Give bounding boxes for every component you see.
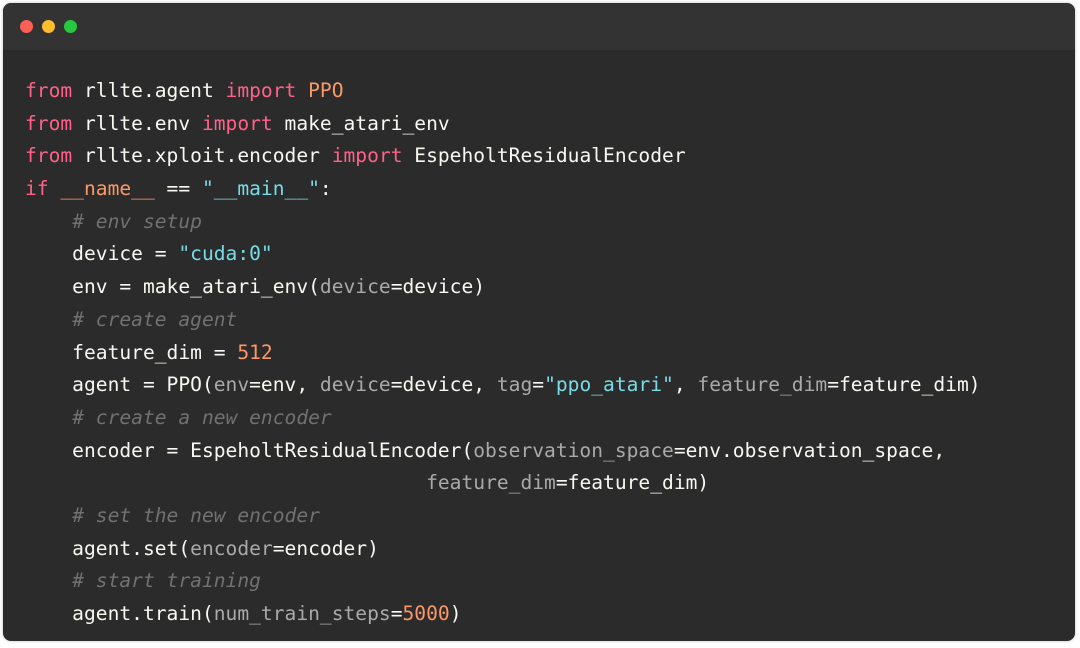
code-token: == [154, 177, 202, 201]
code-token: , [673, 373, 698, 397]
code-token: agent.set( [25, 536, 191, 560]
code-token: feature_dim = [25, 340, 238, 364]
code-token: tag [496, 373, 533, 397]
maximize-window-button[interactable] [64, 20, 77, 33]
code-token: rllte.xploit.encoder [72, 144, 332, 168]
code-token: =env.observation_space, [673, 438, 946, 462]
code-token: from [25, 144, 73, 168]
code-token: env = make_atari_env( [25, 275, 320, 299]
code-token: = [390, 602, 403, 625]
code-token: = [532, 373, 545, 397]
code-token: device [319, 373, 391, 397]
code-token: PPO [308, 79, 344, 102]
code-line: if __name__ == "__main__": [25, 173, 981, 206]
code-token: =device) [390, 275, 486, 299]
code-token: agent.train( [25, 602, 214, 625]
code-token: encoder [190, 536, 273, 560]
code-token: : [319, 177, 332, 201]
code-token: rllte.env [72, 111, 202, 135]
code-line: agent.set(encoder=encoder) [25, 533, 981, 566]
code-token: # env setup [72, 209, 202, 233]
code-token: feature_dim [697, 373, 828, 397]
code-token: EspeholtResidualEncoder [402, 144, 686, 168]
code-token: 512 [237, 340, 273, 364]
code-line: # create agent [25, 304, 981, 337]
code-line: from rllte.agent import PPO [25, 75, 981, 108]
code-token: rllte.agent [72, 79, 226, 102]
close-window-button[interactable] [20, 20, 33, 33]
code-token: num_train_steps [213, 602, 391, 625]
code-token: import [225, 79, 297, 102]
code-line: # create a new encoder [25, 402, 981, 435]
code-line: env = make_atari_env(device=device) [25, 271, 981, 304]
code-line: encoder = EspeholtResidualEncoder(observ… [25, 435, 981, 468]
window-titlebar [3, 3, 1075, 50]
code-token: encoder = EspeholtResidualEncoder( [25, 438, 474, 462]
code-token: make_atari_env [272, 111, 450, 135]
code-token: # create a new encoder [72, 405, 332, 429]
code-token: "__main__" [201, 177, 320, 201]
code-token: from [25, 111, 73, 135]
code-token: =env, [249, 373, 320, 397]
minimize-window-button[interactable] [42, 20, 55, 33]
code-token: from [25, 79, 73, 102]
code-block: from rllte.agent import PPO from rllte.en… [25, 75, 981, 631]
code-token: # start training [72, 569, 261, 593]
code-token: __name__ [60, 177, 155, 201]
code-line: device = "cuda:0" [25, 238, 981, 271]
code-token: 5000 [402, 602, 450, 625]
code-token: feature_dim [426, 471, 556, 495]
code-line: # set the new encoder [25, 500, 981, 533]
code-token: ) [449, 602, 462, 625]
code-token: device [319, 275, 391, 299]
code-token: =device, [390, 373, 497, 397]
code-line: from rllte.env import make_atari_env [25, 108, 981, 141]
code-line: feature_dim=feature_dim) [25, 467, 981, 500]
code-token: agent = PPO( [25, 373, 214, 397]
code-token: # set the new encoder [72, 503, 320, 527]
code-line: # env setup [25, 206, 981, 239]
code-token: # create agent [72, 307, 238, 331]
code-token: env [213, 373, 250, 397]
code-token: import [201, 111, 273, 135]
code-window: from rllte.agent import PPO from rllte.en… [3, 3, 1075, 641]
code-token: if [25, 177, 49, 201]
code-token: observation_space [473, 438, 674, 462]
code-token: =feature_dim) [827, 373, 981, 397]
code-line: agent.train(num_train_steps=5000) [25, 598, 981, 631]
code-token: =encoder) [272, 536, 379, 560]
code-line: # start training [25, 565, 981, 598]
code-token: "cuda:0" [178, 242, 273, 266]
code-token: import [331, 144, 403, 168]
code-token: =feature_dim) [555, 471, 710, 495]
code-token: "ppo_atari" [544, 373, 674, 397]
code-line: agent = PPO(env=env, device=device, tag=… [25, 369, 981, 402]
code-token: device = [25, 242, 179, 266]
code-line: from rllte.xploit.encoder import Espehol… [25, 140, 981, 173]
code-line: feature_dim = 512 [25, 337, 981, 370]
